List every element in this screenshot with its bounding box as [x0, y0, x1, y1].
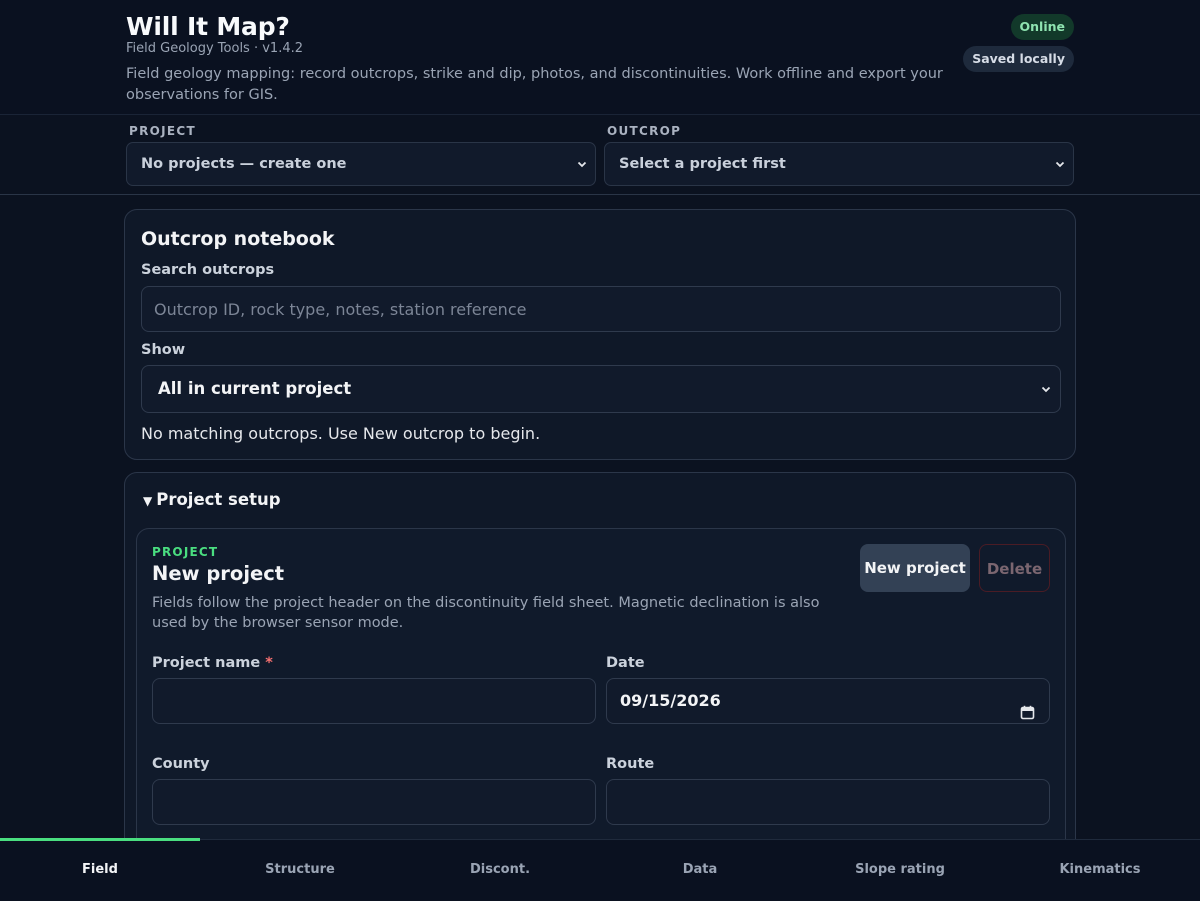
county-input[interactable] [152, 779, 596, 825]
delete-project-button[interactable]: Delete [979, 544, 1050, 592]
app-title: Will It Map? [126, 12, 290, 41]
project-setup-summary-label: Project setup [156, 490, 281, 509]
project-select-label: PROJECT [129, 124, 196, 138]
required-marker: * [265, 655, 273, 671]
outcrop-select-value: Select a project first [619, 156, 786, 172]
chevron-down-icon [577, 143, 587, 185]
project-name-input[interactable] [152, 678, 596, 724]
chevron-down-icon [1055, 143, 1065, 185]
tab-data[interactable]: Data [600, 840, 800, 901]
tab-structure[interactable]: Structure [200, 840, 400, 901]
outcrop-select-label: OUTCROP [607, 124, 682, 138]
project-name-label: Project name * [152, 655, 273, 671]
date-label: Date [606, 655, 645, 671]
project-kicker: PROJECT [152, 545, 219, 559]
app-header: Will It Map? Field Geology Tools · v1.4.… [0, 0, 1200, 115]
project-outcrop-selector-bar: PROJECT No projects — create one OUTCROP… [0, 115, 1200, 195]
empty-outcrops-message: No matching outcrops. Use New outcrop to… [141, 424, 541, 443]
chevron-down-icon [1041, 366, 1051, 412]
saved-status-badge: Saved locally [963, 46, 1074, 72]
bottom-tab-bar: Field Structure Discont. Data Slope rati… [0, 838, 1200, 901]
project-form-description: Fields follow the project header on the … [152, 595, 820, 631]
calendar-icon[interactable] [1020, 693, 1035, 737]
new-project-button[interactable]: New project [860, 544, 970, 592]
app-description: Field geology mapping: record outcrops, … [126, 66, 943, 103]
search-outcrops-label: Search outcrops [141, 262, 275, 278]
project-select-value: No projects — create one [141, 156, 347, 172]
route-label: Route [606, 756, 655, 772]
online-status-badge: Online [1010, 14, 1074, 40]
project-name-label-text: Project name [152, 655, 261, 671]
outcrop-notebook-card: Outcrop notebook Search outcrops Show Al… [124, 209, 1076, 460]
search-outcrops-input[interactable] [141, 286, 1061, 332]
tab-kinematics[interactable]: Kinematics [1000, 840, 1200, 901]
show-filter-label: Show [141, 342, 186, 358]
show-filter-select[interactable]: All in current project [141, 365, 1061, 413]
county-label: County [152, 756, 210, 772]
project-form-title: New project [152, 562, 285, 585]
outcrop-select[interactable]: Select a project first [604, 142, 1074, 186]
project-select[interactable]: No projects — create one [126, 142, 596, 186]
main-content[interactable]: Outcrop notebook Search outcrops Show Al… [0, 196, 1200, 839]
show-filter-value: All in current project [158, 379, 352, 398]
notebook-heading: Outcrop notebook [141, 228, 335, 250]
tab-discontinuities[interactable]: Discont. [400, 840, 600, 901]
date-input[interactable]: 09/15/2026 [606, 678, 1050, 724]
date-value: 09/15/2026 [620, 691, 721, 710]
triangle-down-icon: ▼ [143, 494, 153, 508]
tab-slope-rating[interactable]: Slope rating [800, 840, 1000, 901]
project-setup-summary[interactable]: ▼ Project setup [143, 490, 281, 509]
route-input[interactable] [606, 779, 1050, 825]
tab-field[interactable]: Field [0, 840, 200, 901]
project-form-card: PROJECT New project Fields follow the pr… [136, 528, 1066, 839]
app-subtitle: Field Geology Tools · v1.4.2 [126, 41, 303, 56]
project-setup-details: ▼ Project setup PROJECT New project Field… [124, 472, 1076, 839]
